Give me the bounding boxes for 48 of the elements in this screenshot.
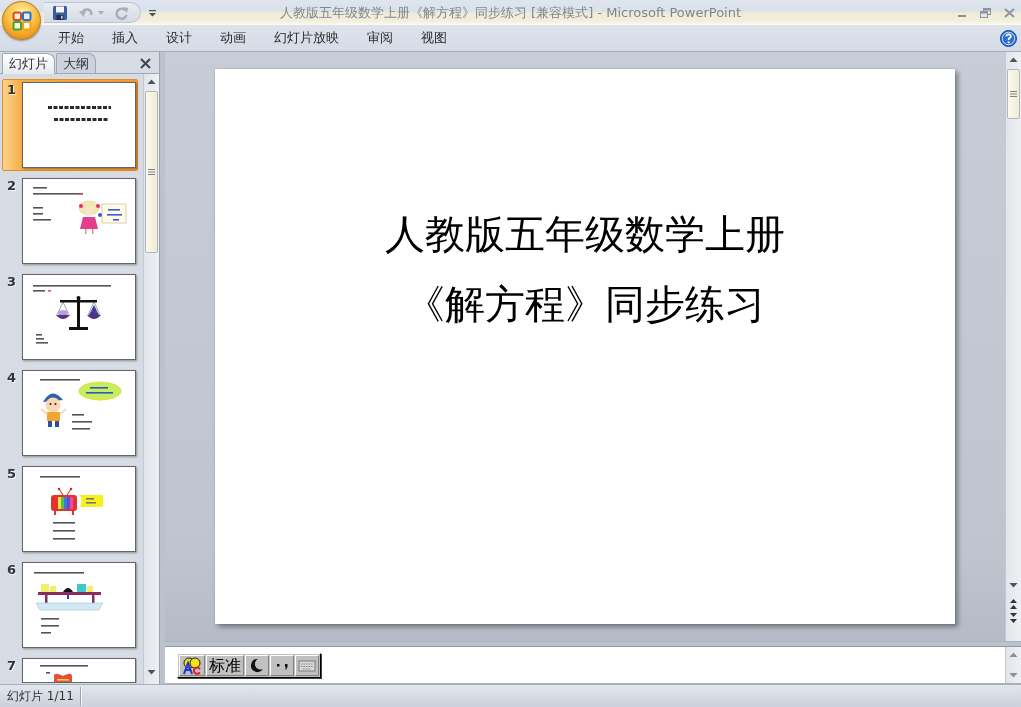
slide-list-item[interactable]: 2 <box>2 175 138 267</box>
slide-list-item[interactable]: 6 <box>2 559 138 651</box>
slide-number: 1 <box>6 82 18 98</box>
window-title: 人教版五年级数学上册《解方程》同步练习 [兼容模式] - Microsoft PowerPoint <box>279 3 742 22</box>
slide-title-line: 人教版五年级数学上册 <box>384 210 786 259</box>
slide-thumbnail[interactable] <box>22 82 136 168</box>
ribbon-tab[interactable]: 动画 <box>206 27 260 49</box>
slide-thumbnail[interactable] <box>22 370 136 456</box>
slide-number: 3 <box>6 274 18 290</box>
slide-list-item[interactable]: 3 <box>2 271 138 363</box>
slide-thumbnail[interactable] <box>22 274 136 360</box>
slide-list-item[interactable]: 1 <box>2 79 138 171</box>
ime-logo-icon[interactable] <box>182 656 202 675</box>
slide-number: 2 <box>6 178 18 194</box>
ribbon-tab[interactable]: 幻灯片放映 <box>260 27 353 49</box>
grip-icon <box>148 169 155 175</box>
moon-icon[interactable] <box>248 656 266 675</box>
notes-pane[interactable]: 标准 <box>165 647 1005 683</box>
save-icon[interactable] <box>52 4 68 21</box>
ribbon-tab[interactable]: 开始 <box>44 27 98 49</box>
slide-number: 6 <box>6 562 18 578</box>
customize-caret-icon[interactable] <box>149 8 156 17</box>
slide-list-item[interactable]: 7 <box>2 655 138 684</box>
panel-tab[interactable]: 幻灯片 <box>2 53 55 74</box>
ribbon-tab[interactable]: 插入 <box>98 27 152 49</box>
slide-number: 5 <box>6 466 18 482</box>
panel-tab[interactable]: 大纲 <box>56 53 96 73</box>
ime-mode-button[interactable]: 标准 <box>206 655 244 676</box>
grip-icon <box>1010 91 1017 97</box>
slide-thumbnail[interactable] <box>22 466 136 552</box>
slide-indicator: 幻灯片 1/11 <box>0 686 82 706</box>
ribbon-tab[interactable]: 审阅 <box>353 27 407 49</box>
slide-number: 4 <box>6 370 18 386</box>
ribbon-tab[interactable]: 视图 <box>407 27 461 49</box>
slide-list-item[interactable]: 5 <box>2 463 138 555</box>
squares-logo-icon <box>11 10 32 31</box>
slide-thumbnail[interactable] <box>22 178 136 264</box>
slide-thumbnail[interactable] <box>22 562 136 648</box>
slide-title-line: 《解方程》同步练习 <box>404 280 766 329</box>
slide-number: 7 <box>6 658 18 674</box>
slide-thumbnail[interactable] <box>22 658 136 683</box>
help-icon[interactable] <box>1000 29 1017 47</box>
restore-icon[interactable] <box>980 7 991 18</box>
scroll-thumb[interactable] <box>1007 69 1020 119</box>
close-icon[interactable] <box>140 58 151 69</box>
scroll-thumb[interactable] <box>145 91 158 253</box>
ribbon-tab[interactable]: 设计 <box>152 27 206 49</box>
slide-list-item[interactable]: 4 <box>2 367 138 459</box>
